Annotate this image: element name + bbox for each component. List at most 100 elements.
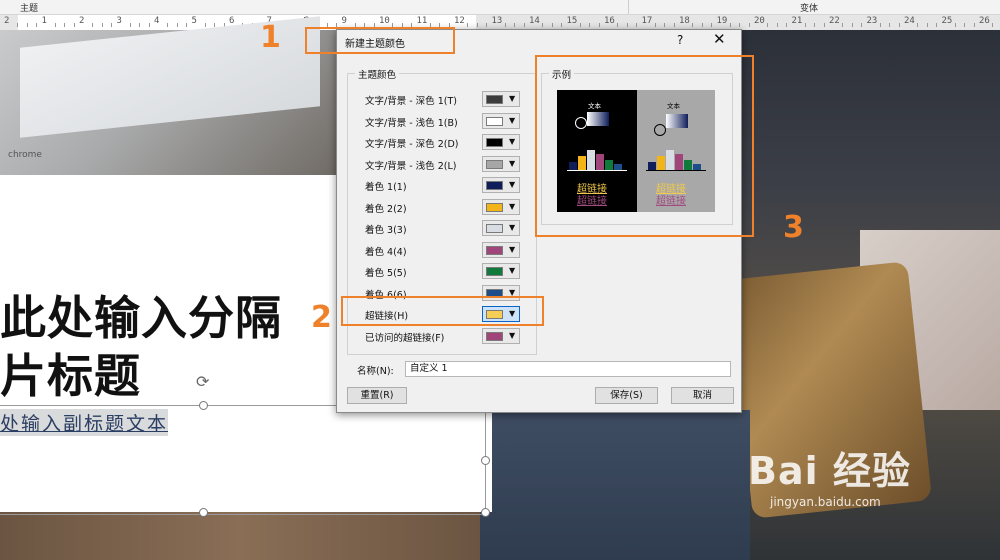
ruler-tick xyxy=(36,23,38,27)
ruler-number: 20 xyxy=(754,16,765,26)
name-input[interactable]: 自定义 1 xyxy=(405,361,731,377)
ruler-tick xyxy=(889,23,891,27)
ruler-tick xyxy=(129,23,131,27)
watermark-url: jingyan.baidu.com xyxy=(770,495,881,509)
ruler-number: 14 xyxy=(529,16,540,26)
ruler-tick xyxy=(898,23,900,27)
ribbon-group-strip: 主题 变体 xyxy=(0,0,1000,15)
ruler-tick xyxy=(926,23,928,27)
rotate-handle-icon[interactable]: ⟳ xyxy=(196,372,209,391)
color-swatch xyxy=(486,267,503,276)
color-swatch xyxy=(486,138,503,147)
ruler-tick xyxy=(626,23,628,27)
color-row-label: 文字/背景 - 深色 1(T) xyxy=(365,96,457,107)
slide-subtitle[interactable]: 处输入副标题文本 xyxy=(0,409,169,436)
color-swatch xyxy=(486,331,503,341)
ruler-number: 13 xyxy=(491,16,503,26)
color-swatch xyxy=(486,116,503,126)
ruler-tick xyxy=(92,23,94,27)
resize-handle[interactable] xyxy=(199,401,208,410)
ruler-number: 1 xyxy=(41,16,47,26)
color-swatch xyxy=(486,159,503,169)
close-icon[interactable]: ✕ xyxy=(713,30,726,48)
ruler-tick xyxy=(73,23,75,27)
reset-button[interactable]: 重置(R) xyxy=(347,387,407,404)
resize-handle[interactable] xyxy=(199,508,208,517)
ruler-tick xyxy=(692,23,694,27)
ruler-tick xyxy=(729,23,731,27)
ruler-tick xyxy=(701,23,703,27)
ruler-tick xyxy=(17,23,19,27)
color-swatch xyxy=(486,224,503,233)
ruler-number: 2 xyxy=(4,16,10,26)
ruler-tick xyxy=(804,23,806,27)
ruler-tick xyxy=(176,23,178,27)
ruler-number: 18 xyxy=(679,16,690,26)
ruler-tick xyxy=(167,23,169,27)
ruler-number: 10 xyxy=(379,16,390,26)
color-picker-button[interactable]: ▼ xyxy=(482,112,520,129)
ruler-tick xyxy=(739,23,741,27)
background-photo xyxy=(480,410,750,560)
ruler-tick xyxy=(954,23,956,27)
ruler-tick xyxy=(514,23,516,27)
ruler-tick xyxy=(26,23,28,27)
ruler-number: 17 xyxy=(641,16,653,26)
ruler-number: 12 xyxy=(454,16,465,26)
color-picker-button[interactable]: ▼ xyxy=(482,91,520,107)
ruler-number: 3 xyxy=(116,16,122,26)
chrome-text: chrome xyxy=(8,150,42,160)
chevron-down-icon: ▼ xyxy=(509,223,516,232)
ruler-tick xyxy=(636,23,638,27)
color-picker-button[interactable]: ▼ xyxy=(482,220,520,236)
color-picker-button[interactable]: ▼ xyxy=(482,155,520,172)
theme-colors-group-label: 主题颜色 xyxy=(355,67,400,81)
slide-title-line2[interactable]: 片标题 xyxy=(0,340,141,406)
ruler-tick xyxy=(486,23,488,27)
ruler-tick xyxy=(711,23,713,27)
ruler-tick xyxy=(823,23,825,27)
slide-title-line1[interactable]: 此处输入分隔 xyxy=(0,282,282,348)
ruler-tick xyxy=(673,23,675,27)
name-label: 名称(N): xyxy=(357,366,394,377)
ruler-number: 26 xyxy=(979,16,990,26)
help-icon[interactable]: ? xyxy=(677,33,683,47)
ruler-tick xyxy=(551,23,553,27)
ruler-tick xyxy=(186,23,188,27)
color-picker-button[interactable]: ▼ xyxy=(482,198,520,215)
ruler-number: 9 xyxy=(341,16,347,26)
cancel-button[interactable]: 取消 xyxy=(671,387,734,404)
ruler-tick xyxy=(842,23,844,27)
annotation-number-2: 2 xyxy=(311,300,332,335)
color-swatch xyxy=(486,95,503,104)
color-picker-button[interactable]: ▼ xyxy=(482,327,520,344)
color-row-label: 文字/背景 - 浅色 1(B) xyxy=(365,117,458,129)
color-row-label: 着色 2(2) xyxy=(365,203,407,215)
color-picker-button[interactable]: ▼ xyxy=(482,241,520,258)
ruler-tick xyxy=(879,23,881,27)
resize-handle[interactable] xyxy=(481,508,490,517)
ruler-number: 25 xyxy=(941,16,953,26)
color-row-label: 着色 4(4) xyxy=(365,246,407,258)
color-row-label: 着色 1(1) xyxy=(365,182,407,193)
ruler-tick xyxy=(861,23,863,27)
chevron-down-icon: ▼ xyxy=(509,330,516,340)
annotation-box-1 xyxy=(305,27,455,54)
resize-handle[interactable] xyxy=(481,456,490,465)
ruler-tick xyxy=(767,23,769,27)
annotation-box-3 xyxy=(535,55,754,237)
ruler-tick xyxy=(776,23,778,27)
group-label-themes: 主题 xyxy=(20,4,39,14)
color-picker-button[interactable]: ▼ xyxy=(482,134,520,150)
save-button[interactable]: 保存(S) xyxy=(595,387,658,404)
ruler-tick xyxy=(654,23,656,27)
chevron-down-icon: ▼ xyxy=(509,180,516,189)
color-picker-button[interactable]: ▼ xyxy=(482,177,520,193)
ruler-tick xyxy=(148,23,150,27)
ruler-tick xyxy=(101,23,103,27)
ruler-tick xyxy=(561,23,563,27)
color-row-label: 文字/背景 - 深色 2(D) xyxy=(365,139,459,150)
chevron-down-icon: ▼ xyxy=(509,115,516,125)
annotation-box-2 xyxy=(341,296,544,326)
color-picker-button[interactable]: ▼ xyxy=(482,263,520,279)
